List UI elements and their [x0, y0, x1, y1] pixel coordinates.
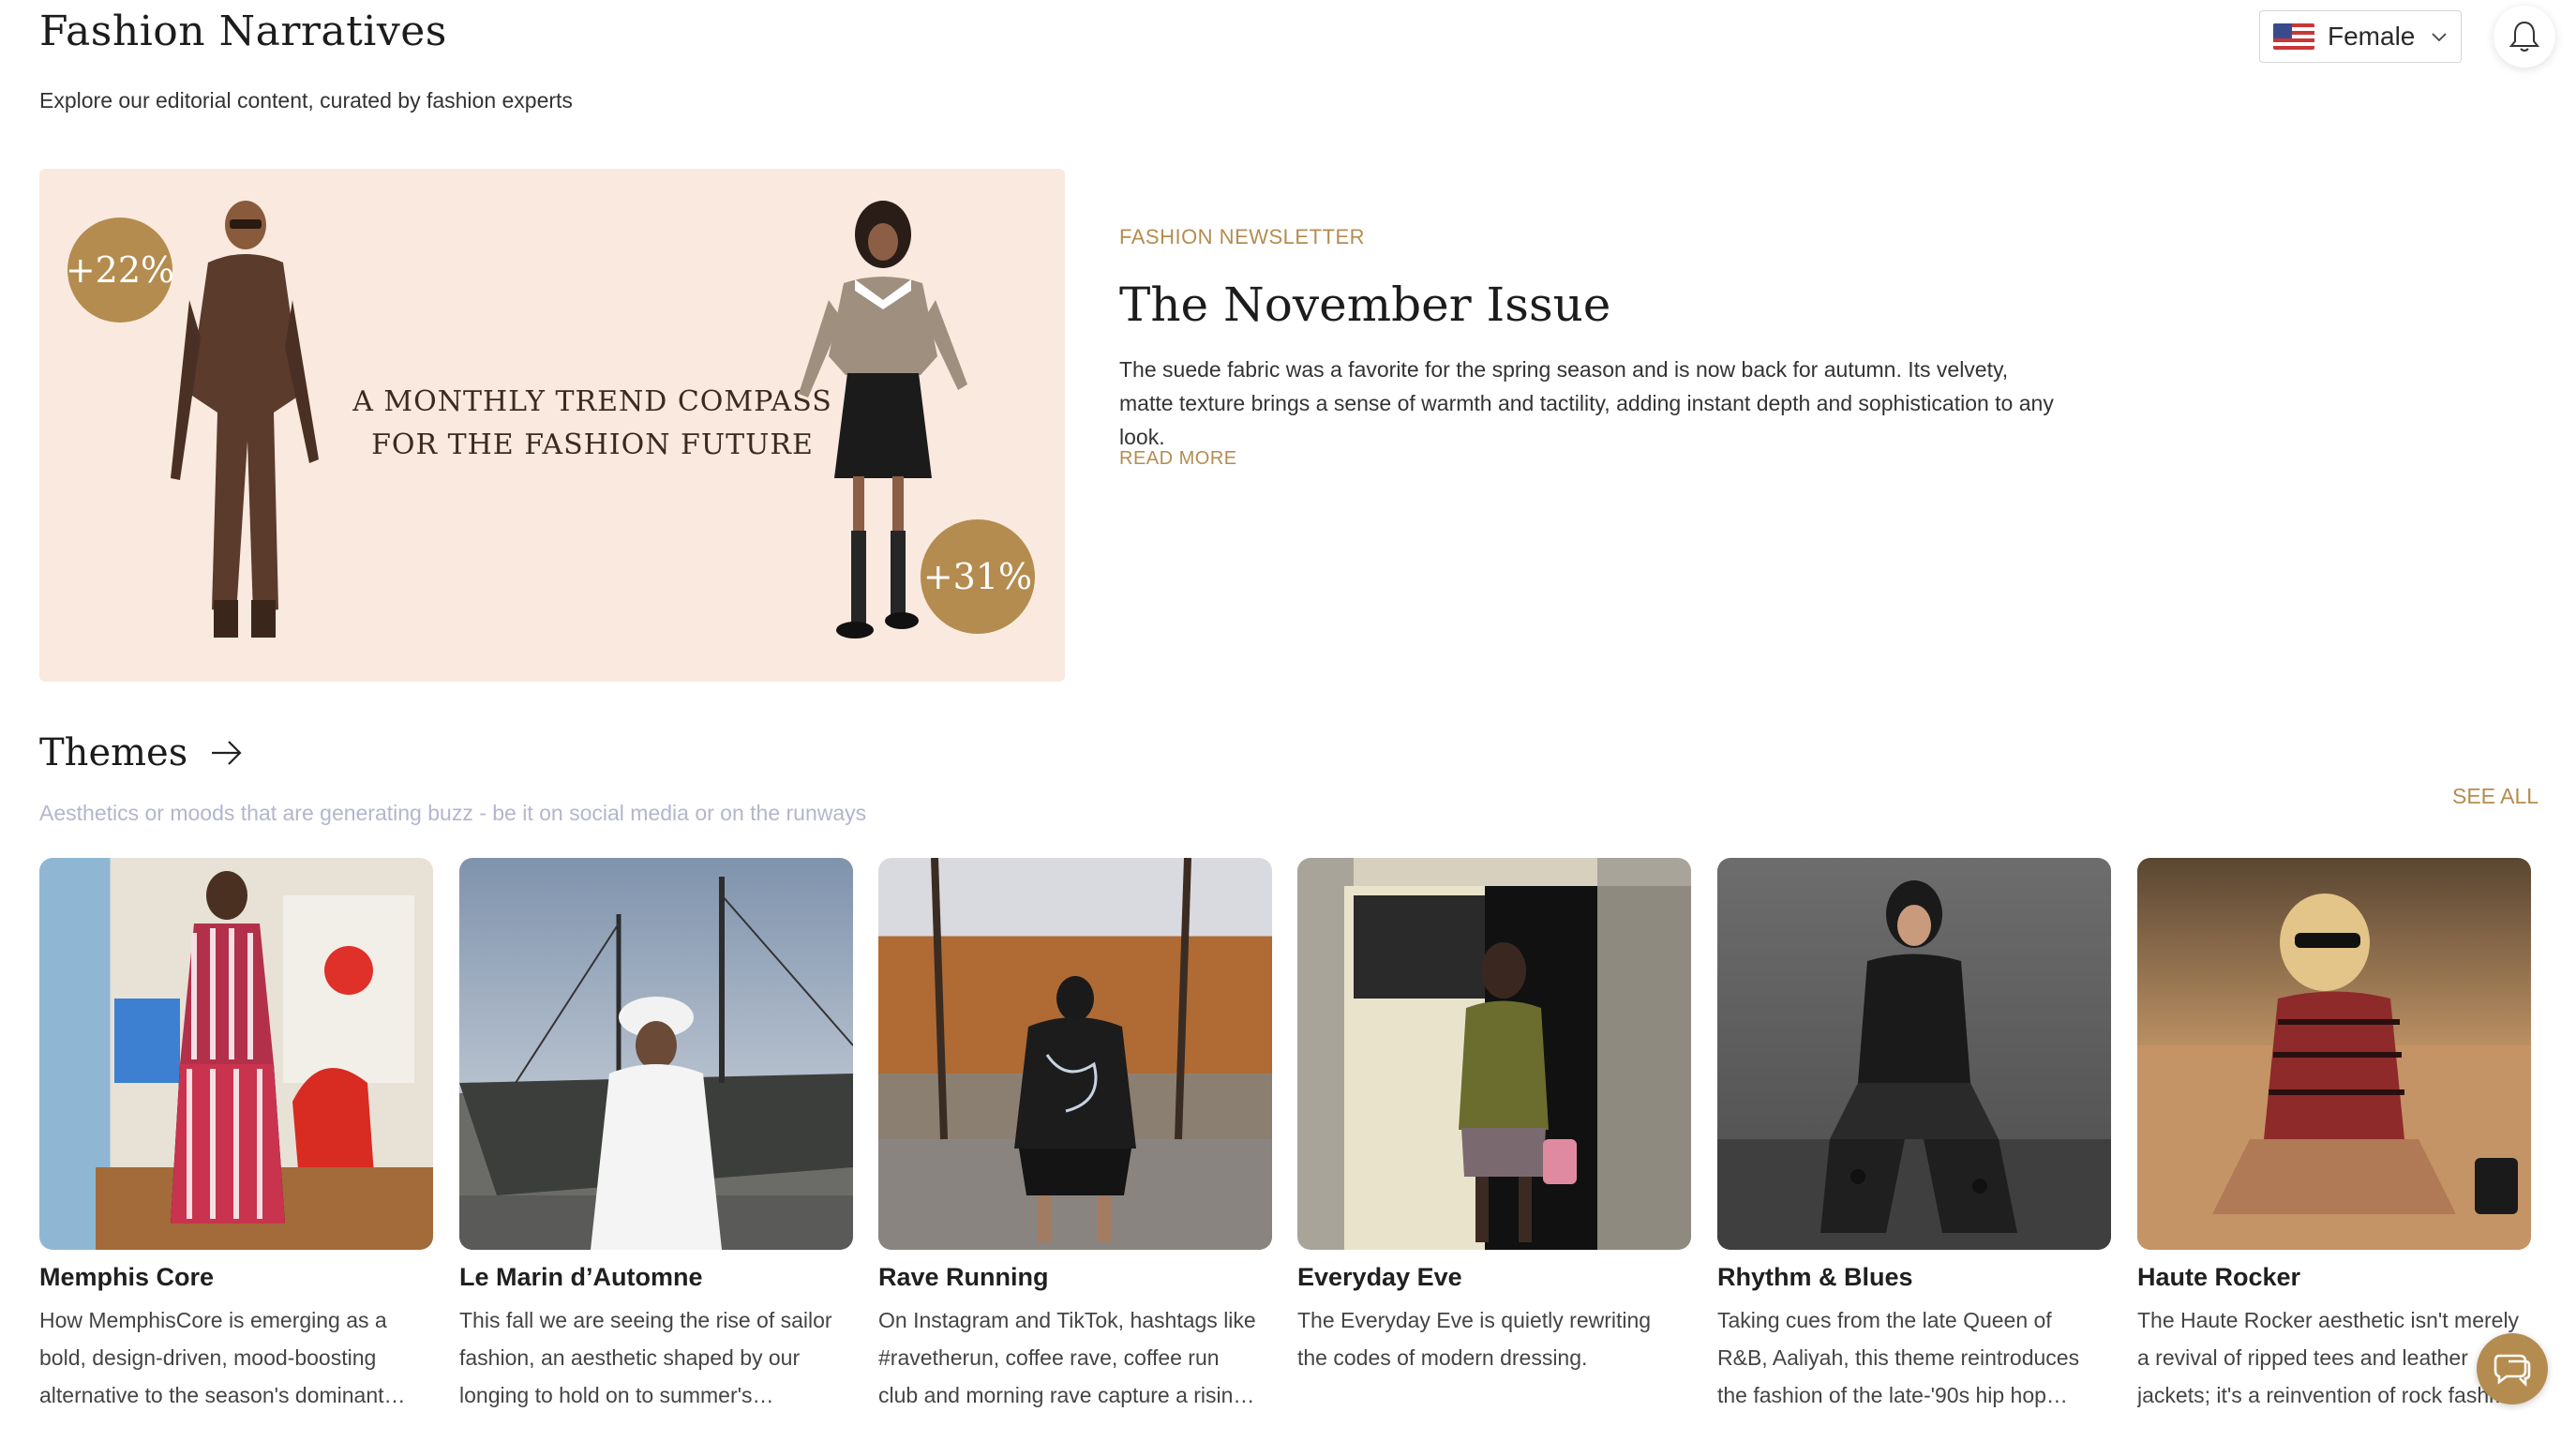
themes-subtitle: Aesthetics or moods that are generating …: [39, 801, 867, 825]
theme-description: On Instagram and TikTok, hashtags like #…: [878, 1308, 1256, 1407]
theme-description: Taking cues from the late Queen of R&B, …: [1717, 1308, 2080, 1407]
theme-description: How MemphisCore is emerging as a bold, d…: [39, 1308, 387, 1407]
theme-image-rhythm-blues: [1717, 858, 2111, 1250]
themes-heading-link[interactable]: Themes: [39, 731, 244, 774]
chat-bubble-icon: [2494, 1354, 2531, 1388]
theme-title: Haute Rocker: [2137, 1263, 2301, 1291]
gender-select-value: Female: [2328, 22, 2416, 51]
theme-image-rave-running: [878, 858, 1272, 1250]
newsletter-kicker: FASHION NEWSLETTER: [1119, 225, 1366, 248]
theme-image-memphis-core: [39, 858, 433, 1250]
theme-image-le-marin-dautomne: [459, 858, 853, 1250]
theme-card-haute-rocker[interactable]: Haute Rocker The Haute Rocker aesthetic …: [2137, 858, 2531, 1414]
badge-trend-31: +31%: [921, 519, 1035, 634]
theme-image-haute-rocker: [2137, 858, 2531, 1250]
chat-button[interactable]: [2477, 1333, 2548, 1404]
newsletter-title[interactable]: The November Issue: [1119, 278, 1610, 332]
bell-icon: [2509, 21, 2540, 52]
badge-trend-22: +22%: [66, 218, 174, 323]
theme-card-rhythm-blues[interactable]: Rhythm & Blues Taking cues from the late…: [1717, 858, 2111, 1414]
theme-card-le-marin-dautomne[interactable]: Le Marin d’Automne This fall we are seei…: [459, 858, 853, 1414]
theme-image-everyday-eve: [1297, 858, 1691, 1250]
gender-select[interactable]: Female: [2259, 10, 2462, 63]
see-all-link[interactable]: SEE ALL: [2452, 784, 2539, 809]
theme-title: Rhythm & Blues: [1717, 1263, 1913, 1291]
theme-description: The Everyday Eve is quietly rewriting th…: [1297, 1308, 1652, 1370]
newsletter-body: The suede fabric was a favorite for the …: [1119, 357, 2054, 449]
theme-description: This fall we are seeing the rise of sail…: [459, 1308, 832, 1407]
page-subtitle: Explore our editorial content, curated b…: [39, 88, 573, 113]
theme-title: Rave Running: [878, 1263, 1049, 1291]
notifications-button[interactable]: [2494, 6, 2555, 68]
hero-banner[interactable]: +22% A MONTHLY TREND COMPASS FOR THE FAS…: [39, 169, 1065, 682]
us-flag-icon: [2273, 23, 2314, 50]
theme-description: The Haute Rocker aesthetic isn't merely …: [2137, 1308, 2520, 1407]
theme-card-rave-running[interactable]: Rave Running On Instagram and TikTok, ha…: [878, 858, 1272, 1414]
read-more-link[interactable]: READ MORE: [1119, 448, 1237, 470]
theme-title: Memphis Core: [39, 1263, 215, 1291]
theme-card-memphis-core[interactable]: Memphis Core How MemphisCore is emerging…: [39, 858, 433, 1414]
theme-card-everyday-eve[interactable]: Everyday Eve The Everyday Eve is quietly…: [1297, 858, 1691, 1376]
chevron-down-icon: [2432, 33, 2447, 42]
themes-title: Themes: [39, 731, 188, 774]
theme-title: Everyday Eve: [1297, 1263, 1462, 1291]
page-title: Fashion Narratives: [39, 8, 447, 55]
arrow-right-icon: [212, 741, 242, 765]
theme-title: Le Marin d’Automne: [459, 1263, 703, 1291]
